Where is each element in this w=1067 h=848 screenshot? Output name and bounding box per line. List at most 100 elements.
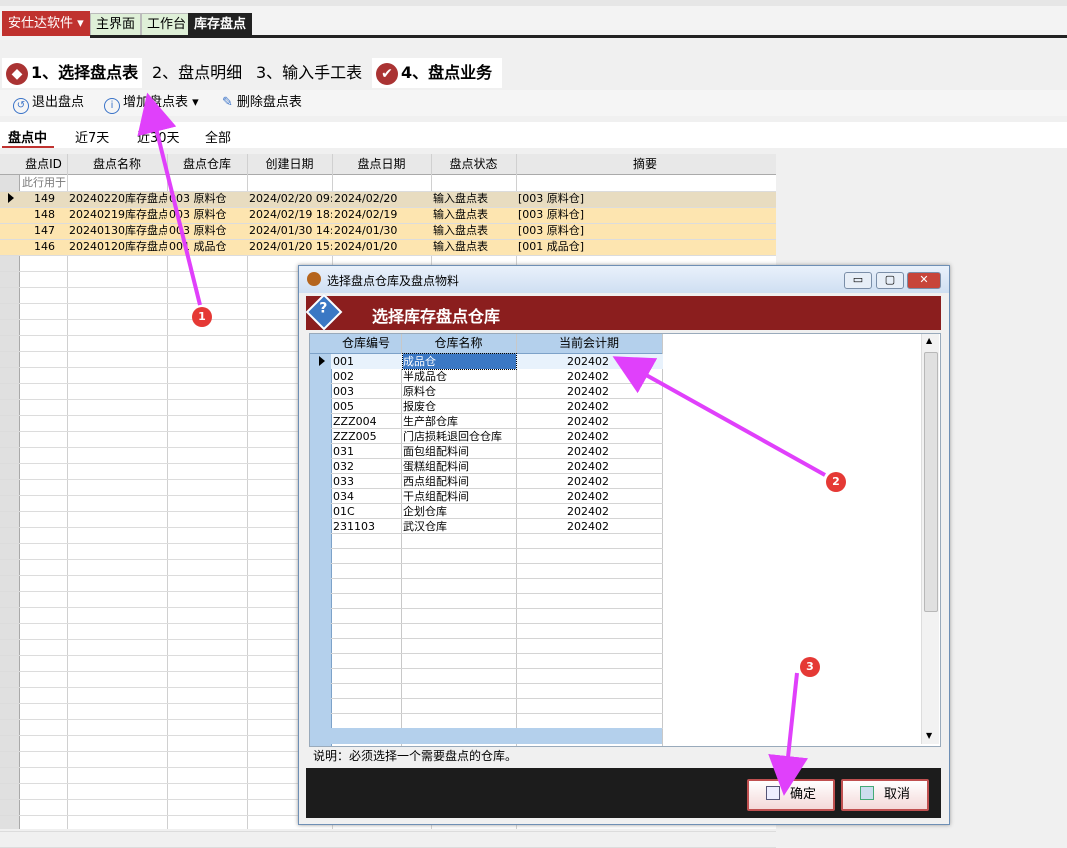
cell: 生产部仓库: [403, 415, 458, 428]
cell: 147: [34, 224, 55, 237]
tab-inventory-count[interactable]: 库存盘点: [188, 13, 253, 37]
filter-all[interactable]: 全部: [205, 127, 231, 146]
list-item[interactable]: 031 面包组配料间 202402: [331, 444, 663, 459]
cell: 2024/02/20 09:2: [249, 192, 332, 205]
table-row[interactable]: 147 20240130库存盘点 003 原料仓 2024/01/30 14:3 202…: [0, 223, 776, 239]
cell: 001: [333, 355, 354, 368]
cell: 2024/02/19: [334, 208, 398, 221]
brand-label: 安仕达软件: [8, 16, 74, 31]
cancel-icon: [859, 786, 874, 800]
dialog-titlebar[interactable]: 选择盘点仓库及盘点物料 ▭ ▢ ✕: [299, 266, 949, 293]
table-row[interactable]: 146 20240120库存盘点 001 成品仓 2024/01/20 15:5 202…: [0, 239, 776, 255]
list-item[interactable]: 231103 武汉仓库 202402: [331, 519, 663, 534]
cell: 2024/01/20 15:5: [249, 240, 332, 253]
cell: 20240130库存盘点: [69, 224, 167, 237]
cell: 149: [34, 192, 55, 205]
filter-in-progress[interactable]: 盘点中: [8, 127, 47, 146]
cell: 输入盘点表: [433, 224, 488, 237]
cell: 202402: [567, 505, 609, 518]
step-manual-input[interactable]: 3、输入手工表: [252, 58, 366, 88]
cell: 003 原料仓: [169, 208, 227, 221]
current-row-arrow-icon: [8, 193, 14, 203]
list-item[interactable]: 01C 企划仓库 202402: [331, 504, 663, 519]
col-header[interactable]: 仓库名称: [401, 334, 516, 353]
pencil-icon: ✎: [222, 95, 233, 110]
col-header[interactable]: 盘点名称: [67, 154, 167, 174]
step-label: 4、盘点业务: [401, 63, 493, 82]
close-button[interactable]: ✕: [907, 272, 941, 289]
cell: 001 成品仓: [169, 240, 227, 253]
info-icon: i: [104, 98, 120, 114]
step-select-table[interactable]: ◆ 1、选择盘点表: [2, 58, 143, 88]
annotation-badge-2: 2: [826, 472, 846, 492]
grid-header: 盘点ID 盘点名称 盘点仓库 创建日期 盘点日期 盘点状态 摘要: [0, 154, 776, 175]
scroll-up-icon[interactable]: ▲: [926, 336, 932, 345]
list-item[interactable]: ZZZ004 生产部仓库 202402: [331, 414, 663, 429]
confirm-button[interactable]: 确定: [747, 779, 835, 811]
col-header[interactable]: 盘点状态: [431, 154, 516, 174]
cancel-button[interactable]: 取消: [841, 779, 929, 811]
col-header[interactable]: 创建日期: [247, 154, 332, 174]
dialog-footer: 确定 取消: [306, 768, 941, 818]
cell: 面包组配料间: [403, 445, 469, 458]
list-item[interactable]: 001 成品仓 202402: [331, 353, 663, 370]
list-item[interactable]: 034 干点组配料间 202402: [331, 489, 663, 504]
filter-row[interactable]: 此行用于: [0, 175, 776, 191]
cell: ZZZ005: [333, 430, 377, 443]
minimize-button[interactable]: ▭: [844, 272, 872, 289]
row-divider: [331, 668, 663, 669]
cell: 01C: [333, 505, 355, 518]
cell: 20240120库存盘点: [69, 240, 167, 253]
help-diamond-icon: ?: [305, 293, 343, 331]
cell: 输入盘点表: [433, 192, 488, 205]
cell: 原料仓: [403, 385, 436, 398]
list-item[interactable]: ZZZ005 门店损耗退回仓仓库 202402: [331, 429, 663, 444]
col-header[interactable]: 仓库编号: [331, 334, 401, 353]
step-details[interactable]: 2、盘点明细: [148, 58, 246, 88]
table-row[interactable]: 148 20240219库存盘点 003 原料仓 2024/02/19 18:1 202…: [0, 207, 776, 223]
cell: 033: [333, 475, 354, 488]
col-header[interactable]: 盘点ID: [20, 154, 67, 174]
cell: 148: [34, 208, 55, 221]
brand-menu-button[interactable]: 安仕达软件 ▾: [2, 11, 90, 36]
col-header[interactable]: 当前会计期: [516, 334, 662, 353]
cell: 202402: [567, 490, 609, 503]
cell: 成品仓: [402, 353, 517, 370]
cell: 20240220库存盘点: [69, 192, 167, 205]
cell: 034: [333, 490, 354, 503]
row-divider: [331, 683, 663, 684]
filter-7-days[interactable]: 近7天: [75, 127, 109, 146]
exit-count-button[interactable]: ↺ 退出盘点: [13, 94, 84, 114]
list-item[interactable]: 033 西点组配料间 202402: [331, 474, 663, 489]
cell: 蛋糕组配料间: [403, 460, 469, 473]
scroll-down-icon[interactable]: ▼: [926, 731, 932, 740]
tab-workbench[interactable]: 工作台: [141, 13, 193, 37]
cell: 企划仓库: [403, 505, 447, 518]
filter-30-days[interactable]: 近30天: [137, 127, 180, 146]
delete-label: 删除盘点表: [236, 95, 302, 110]
cancel-label: 取消: [883, 787, 910, 802]
col-header[interactable]: 摘要: [516, 154, 774, 174]
dialog-title: 选择盘点仓库及盘点物料: [327, 274, 460, 288]
table-row[interactable]: 149 20240220库存盘点 003 原料仓 2024/02/20 09:2 202…: [0, 191, 776, 207]
col-header[interactable]: 盘点仓库: [167, 154, 247, 174]
tab-underline: [90, 35, 1067, 38]
tab-main[interactable]: 主界面: [90, 13, 142, 37]
list-item[interactable]: 003 原料仓 202402: [331, 384, 663, 399]
col-header[interactable]: 盘点日期: [332, 154, 431, 174]
vertical-scrollbar[interactable]: ▲ ▼: [921, 334, 939, 744]
cell: 武汉仓库: [403, 520, 447, 533]
scroll-thumb[interactable]: [924, 352, 938, 612]
list-item[interactable]: 002 半成品仓 202402: [331, 369, 663, 384]
check-icon: ✔: [376, 62, 398, 85]
delete-count-table-button[interactable]: ✎ 删除盘点表: [222, 94, 302, 112]
list-item[interactable]: 005 报废仓 202402: [331, 399, 663, 414]
maximize-button[interactable]: ▢: [876, 272, 904, 289]
add-count-table-button[interactable]: i 增加盘点表 ▾: [104, 94, 199, 114]
list-item[interactable]: 032 蛋糕组配料间 202402: [331, 459, 663, 474]
cell: [003 原料仓]: [518, 208, 585, 221]
warehouse-grid[interactable]: 仓库编号 仓库名称 当前会计期 001 成品仓 202402 002 半成品仓 20240…: [309, 333, 941, 747]
cell: 2024/02/20: [334, 192, 398, 205]
step-business[interactable]: ✔ 4、盘点业务: [372, 58, 502, 88]
dialog-header: ? 选择库存盘点仓库: [305, 293, 941, 331]
